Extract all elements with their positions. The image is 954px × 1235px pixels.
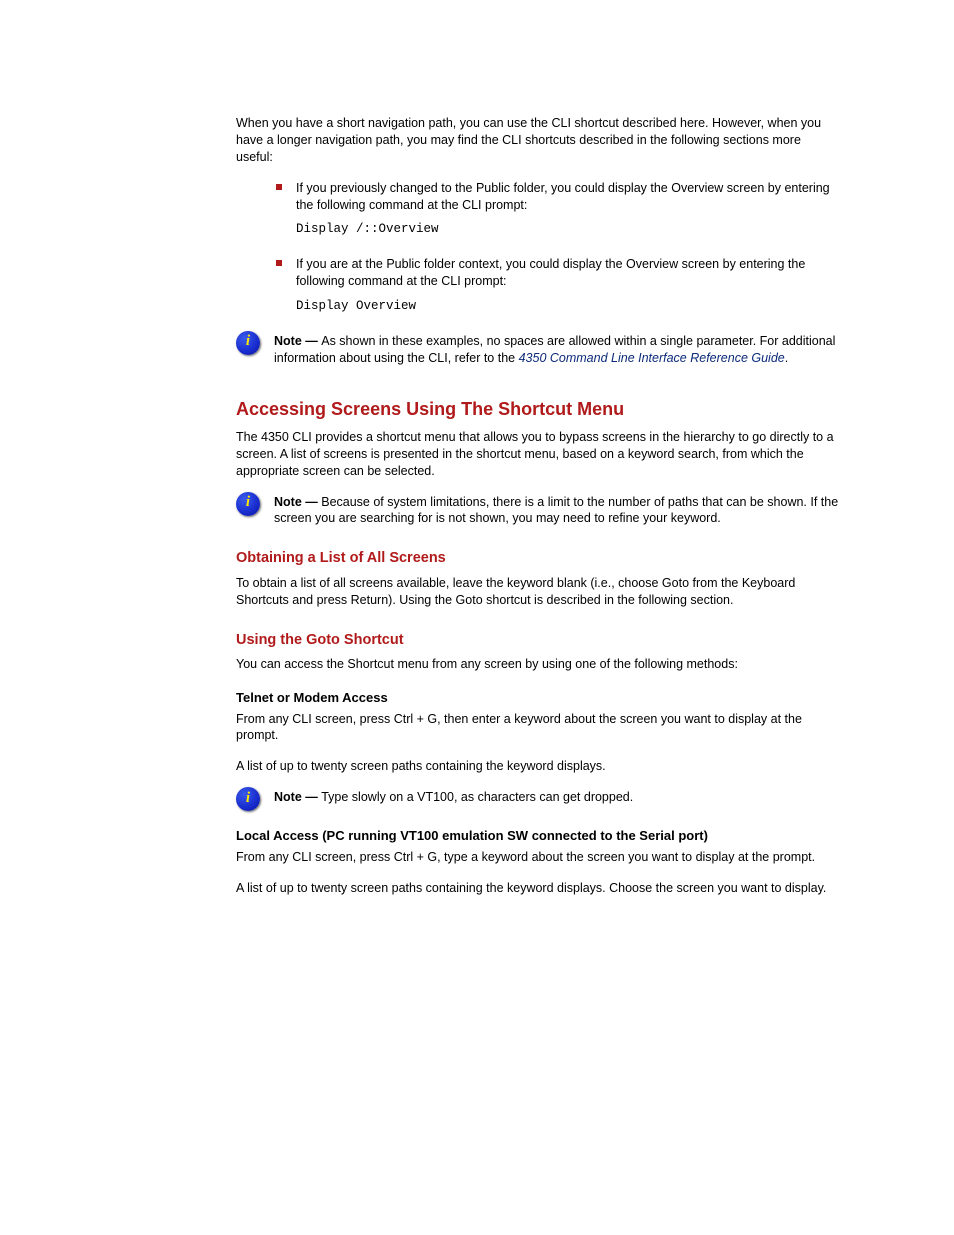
note-prefix: Note —: [274, 790, 321, 804]
heading-shortcut-menu: Accessing Screens Using The Shortcut Men…: [236, 397, 839, 421]
note: i Note — Type slowly on a VT100, as char…: [236, 789, 839, 811]
bullet-icon: [276, 260, 282, 266]
list-item: If you previously changed to the Public …: [276, 180, 839, 214]
note-prefix: Note —: [274, 334, 321, 348]
info-icon: i: [236, 492, 260, 516]
note-body: Note — Because of system limitations, th…: [274, 494, 839, 528]
note-body: Note — Type slowly on a VT100, as charac…: [274, 789, 839, 806]
info-icon: i: [236, 787, 260, 811]
paragraph: A list of up to twenty screen paths cont…: [236, 758, 839, 775]
paragraph: You can access the Shortcut menu from an…: [236, 656, 839, 673]
note-text: Because of system limitations, there is …: [274, 495, 838, 526]
page-container: When you have a short navigation path, y…: [0, 0, 954, 1235]
bullet-icon: [276, 184, 282, 190]
paragraph: To obtain a list of all screens availabl…: [236, 575, 839, 609]
note: i Note — Because of system limitations, …: [236, 494, 839, 528]
info-icon: i: [236, 331, 260, 355]
paragraph: From any CLI screen, press Ctrl + G, typ…: [236, 849, 839, 866]
intro-paragraph: When you have a short navigation path, y…: [236, 115, 839, 166]
bullet-text: If you previously changed to the Public …: [296, 180, 839, 214]
cross-reference: 4350 Command Line Interface Reference Gu…: [519, 351, 785, 365]
note-text: Type slowly on a VT100, as characters ca…: [321, 790, 633, 804]
paragraph: A list of up to twenty screen paths cont…: [236, 880, 839, 897]
note-body: Note — As shown in these examples, no sp…: [274, 333, 839, 367]
list-item: If you are at the Public folder context,…: [276, 256, 839, 290]
paragraph: From any CLI screen, press Ctrl + G, the…: [236, 711, 839, 745]
heading-list-all-screens: Obtaining a List of All Screens: [236, 549, 839, 569]
heading-local-access: Local Access (PC running VT100 emulation…: [236, 827, 839, 845]
code-block: Display /::Overview: [296, 221, 839, 238]
code-block: Display Overview: [296, 298, 839, 315]
heading-using-goto: Using the Goto Shortcut: [236, 631, 839, 651]
note: i Note — As shown in these examples, no …: [236, 333, 839, 367]
note-prefix: Note —: [274, 495, 321, 509]
note-suffix: .: [785, 351, 788, 365]
bullet-text: If you are at the Public folder context,…: [296, 256, 839, 290]
bullet-group: If you previously changed to the Public …: [236, 180, 839, 315]
paragraph: The 4350 CLI provides a shortcut menu th…: [236, 429, 839, 480]
heading-telnet-access: Telnet or Modem Access: [236, 689, 839, 707]
